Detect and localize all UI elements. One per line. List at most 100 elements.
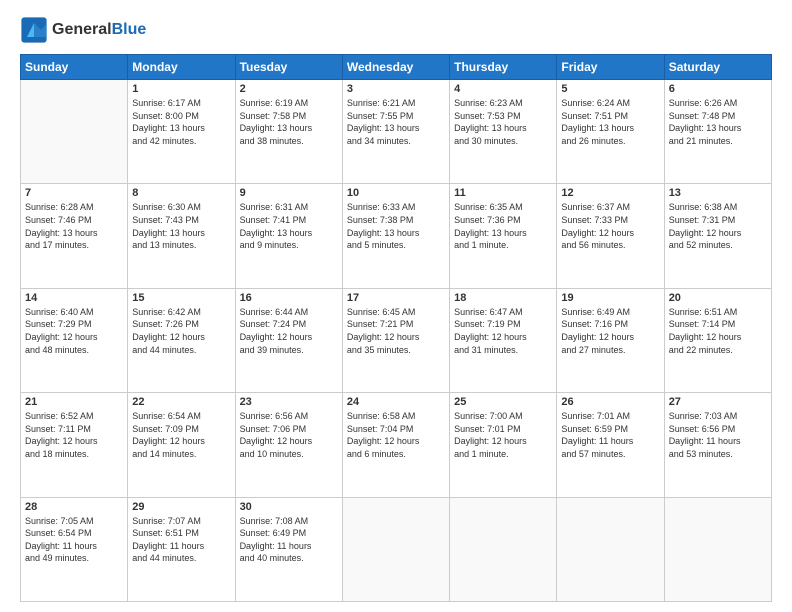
day-info: Sunrise: 6:30 AMSunset: 7:43 PMDaylight:…: [132, 201, 230, 251]
day-number: 5: [561, 83, 659, 95]
day-info: Sunrise: 7:01 AMSunset: 6:59 PMDaylight:…: [561, 410, 659, 460]
day-info: Sunrise: 7:07 AMSunset: 6:51 PMDaylight:…: [132, 515, 230, 565]
weekday-header-saturday: Saturday: [664, 55, 771, 80]
day-info: Sunrise: 6:26 AMSunset: 7:48 PMDaylight:…: [669, 97, 767, 147]
day-info: Sunrise: 6:52 AMSunset: 7:11 PMDaylight:…: [25, 410, 123, 460]
day-number: 3: [347, 83, 445, 95]
day-info: Sunrise: 6:24 AMSunset: 7:51 PMDaylight:…: [561, 97, 659, 147]
calendar-cell: 27 Sunrise: 7:03 AMSunset: 6:56 PMDayligh…: [664, 393, 771, 497]
day-info: Sunrise: 6:31 AMSunset: 7:41 PMDaylight:…: [240, 201, 338, 251]
logo: GeneralBlue: [20, 16, 146, 44]
calendar-cell: 24 Sunrise: 6:58 AMSunset: 7:04 PMDayligh…: [342, 393, 449, 497]
day-number: 15: [132, 292, 230, 304]
weekday-header-row: SundayMondayTuesdayWednesdayThursdayFrid…: [21, 55, 772, 80]
calendar-cell: 29 Sunrise: 7:07 AMSunset: 6:51 PMDayligh…: [128, 497, 235, 601]
calendar-cell: 2 Sunrise: 6:19 AMSunset: 7:58 PMDaylight…: [235, 80, 342, 184]
calendar-cell: 7Sunrise: 6:28 AMSunset: 7:46 PMDaylight…: [21, 184, 128, 288]
calendar-cell: 16 Sunrise: 6:44 AMSunset: 7:24 PMDayligh…: [235, 288, 342, 392]
day-number: 24: [347, 396, 445, 408]
day-info: Sunrise: 7:03 AMSunset: 6:56 PMDaylight:…: [669, 410, 767, 460]
logo-icon: [20, 16, 48, 44]
day-info: Sunrise: 6:51 AMSunset: 7:14 PMDaylight:…: [669, 306, 767, 356]
day-info: Sunrise: 6:38 AMSunset: 7:31 PMDaylight:…: [669, 201, 767, 251]
day-number: 23: [240, 396, 338, 408]
calendar-cell: 20 Sunrise: 6:51 AMSunset: 7:14 PMDayligh…: [664, 288, 771, 392]
calendar-cell: 19 Sunrise: 6:49 AMSunset: 7:16 PMDayligh…: [557, 288, 664, 392]
day-info: Sunrise: 6:42 AMSunset: 7:26 PMDaylight:…: [132, 306, 230, 356]
calendar-cell: 1 Sunrise: 6:17 AMSunset: 8:00 PMDaylight…: [128, 80, 235, 184]
weekday-header-thursday: Thursday: [450, 55, 557, 80]
day-number: 10: [347, 187, 445, 199]
day-info: Sunrise: 6:47 AMSunset: 7:19 PMDaylight:…: [454, 306, 552, 356]
day-info: Sunrise: 6:40 AMSunset: 7:29 PMDaylight:…: [25, 306, 123, 356]
day-info: Sunrise: 6:19 AMSunset: 7:58 PMDaylight:…: [240, 97, 338, 147]
calendar-cell: 6 Sunrise: 6:26 AMSunset: 7:48 PMDaylight…: [664, 80, 771, 184]
week-row-4: 21 Sunrise: 6:52 AMSunset: 7:11 PMDayligh…: [21, 393, 772, 497]
day-info: Sunrise: 6:37 AMSunset: 7:33 PMDaylight:…: [561, 201, 659, 251]
day-info: Sunrise: 6:17 AMSunset: 8:00 PMDaylight:…: [132, 97, 230, 147]
calendar-cell: 11 Sunrise: 6:35 AMSunset: 7:36 PMDayligh…: [450, 184, 557, 288]
day-info: Sunrise: 6:54 AMSunset: 7:09 PMDaylight:…: [132, 410, 230, 460]
weekday-header-friday: Friday: [557, 55, 664, 80]
calendar-cell: [557, 497, 664, 601]
day-info: Sunrise: 6:44 AMSunset: 7:24 PMDaylight:…: [240, 306, 338, 356]
day-number: 30: [240, 501, 338, 513]
calendar-cell: [342, 497, 449, 601]
calendar-cell: [21, 80, 128, 184]
day-number: 4: [454, 83, 552, 95]
page-header: GeneralBlue: [20, 16, 772, 44]
calendar-cell: 28 Sunrise: 7:05 AMSunset: 6:54 PMDayligh…: [21, 497, 128, 601]
logo-text: GeneralBlue: [52, 21, 146, 39]
day-number: 28: [25, 501, 123, 513]
calendar-cell: 3 Sunrise: 6:21 AMSunset: 7:55 PMDaylight…: [342, 80, 449, 184]
day-number: 20: [669, 292, 767, 304]
calendar-cell: 25Sunrise: 7:00 AMSunset: 7:01 PMDayligh…: [450, 393, 557, 497]
day-number: 21: [25, 396, 123, 408]
day-number: 27: [669, 396, 767, 408]
day-number: 16: [240, 292, 338, 304]
calendar-cell: 8 Sunrise: 6:30 AMSunset: 7:43 PMDaylight…: [128, 184, 235, 288]
day-number: 29: [132, 501, 230, 513]
day-info: Sunrise: 6:58 AMSunset: 7:04 PMDaylight:…: [347, 410, 445, 460]
day-info: Sunrise: 6:21 AMSunset: 7:55 PMDaylight:…: [347, 97, 445, 147]
calendar-cell: 12 Sunrise: 6:37 AMSunset: 7:33 PMDayligh…: [557, 184, 664, 288]
day-number: 26: [561, 396, 659, 408]
week-row-5: 28 Sunrise: 7:05 AMSunset: 6:54 PMDayligh…: [21, 497, 772, 601]
calendar-cell: 18 Sunrise: 6:47 AMSunset: 7:19 PMDayligh…: [450, 288, 557, 392]
day-number: 18: [454, 292, 552, 304]
day-info: Sunrise: 6:35 AMSunset: 7:36 PMDaylight:…: [454, 201, 552, 251]
weekday-header-wednesday: Wednesday: [342, 55, 449, 80]
calendar-cell: 15 Sunrise: 6:42 AMSunset: 7:26 PMDayligh…: [128, 288, 235, 392]
day-number: 14: [25, 292, 123, 304]
calendar-cell: 13 Sunrise: 6:38 AMSunset: 7:31 PMDayligh…: [664, 184, 771, 288]
day-number: 6: [669, 83, 767, 95]
day-number: 11: [454, 187, 552, 199]
day-info: Sunrise: 6:33 AMSunset: 7:38 PMDaylight:…: [347, 201, 445, 251]
calendar-cell: 10 Sunrise: 6:33 AMSunset: 7:38 PMDayligh…: [342, 184, 449, 288]
day-number: 9: [240, 187, 338, 199]
day-info: Sunrise: 7:05 AMSunset: 6:54 PMDaylight:…: [25, 515, 123, 565]
day-number: 13: [669, 187, 767, 199]
day-info: Sunrise: 6:49 AMSunset: 7:16 PMDaylight:…: [561, 306, 659, 356]
week-row-3: 14 Sunrise: 6:40 AMSunset: 7:29 PMDayligh…: [21, 288, 772, 392]
day-number: 12: [561, 187, 659, 199]
weekday-header-monday: Monday: [128, 55, 235, 80]
day-info: Sunrise: 7:00 AMSunset: 7:01 PMDaylight:…: [454, 410, 552, 460]
day-number: 1: [132, 83, 230, 95]
calendar-table: SundayMondayTuesdayWednesdayThursdayFrid…: [20, 54, 772, 602]
calendar-cell: [450, 497, 557, 601]
day-number: 17: [347, 292, 445, 304]
weekday-header-tuesday: Tuesday: [235, 55, 342, 80]
day-number: 2: [240, 83, 338, 95]
day-info: Sunrise: 6:56 AMSunset: 7:06 PMDaylight:…: [240, 410, 338, 460]
calendar-cell: 14 Sunrise: 6:40 AMSunset: 7:29 PMDayligh…: [21, 288, 128, 392]
week-row-2: 7Sunrise: 6:28 AMSunset: 7:46 PMDaylight…: [21, 184, 772, 288]
day-number: 19: [561, 292, 659, 304]
calendar-cell: 17 Sunrise: 6:45 AMSunset: 7:21 PMDayligh…: [342, 288, 449, 392]
day-number: 8: [132, 187, 230, 199]
calendar-cell: 26 Sunrise: 7:01 AMSunset: 6:59 PMDayligh…: [557, 393, 664, 497]
day-info: Sunrise: 6:45 AMSunset: 7:21 PMDaylight:…: [347, 306, 445, 356]
day-number: 7: [25, 187, 123, 199]
day-info: Sunrise: 7:08 AMSunset: 6:49 PMDaylight:…: [240, 515, 338, 565]
calendar-cell: 4Sunrise: 6:23 AMSunset: 7:53 PMDaylight…: [450, 80, 557, 184]
